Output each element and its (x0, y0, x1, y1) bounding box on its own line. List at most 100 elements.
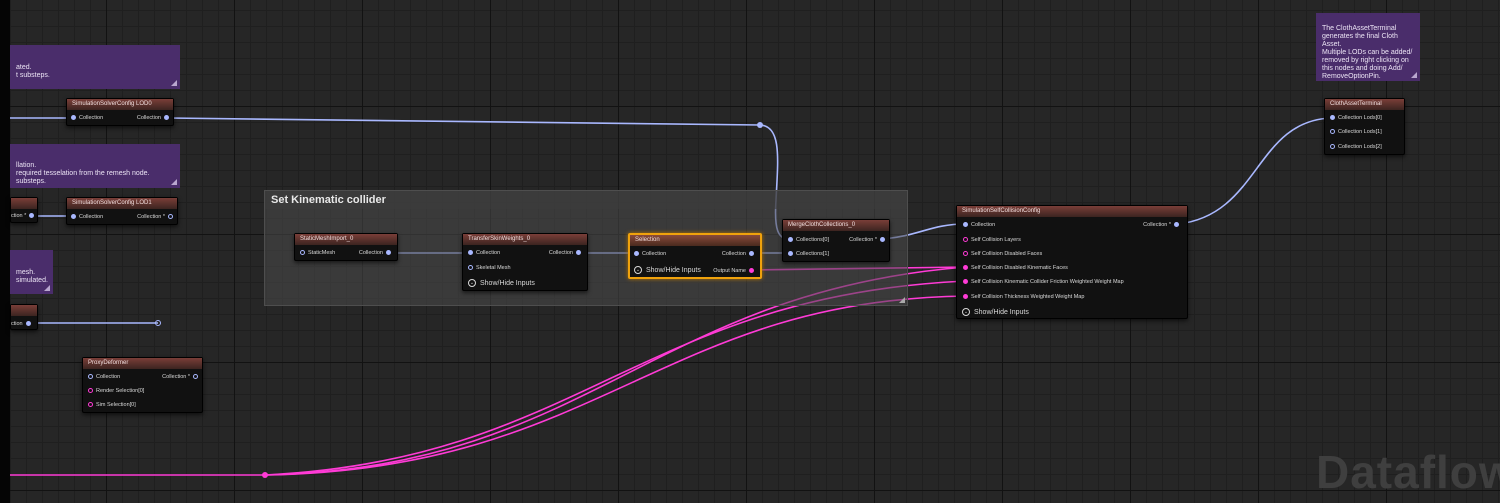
pin-label: Collection Lods[1] (1338, 129, 1382, 135)
comment-box[interactable]: llation. required tesselation from the r… (10, 144, 180, 188)
output-pin[interactable] (29, 213, 35, 219)
show-hide-label: Show/Hide Inputs (974, 308, 1029, 316)
pin-label: Collection (548, 250, 573, 256)
expand-icon: ⌄ (468, 279, 476, 287)
output-pin[interactable] (386, 250, 391, 256)
output-pin[interactable] (1174, 222, 1179, 228)
node-title: SimulationSolverConfig LOD0 (67, 99, 173, 110)
pin-label: Skeletal Mesh (476, 265, 511, 271)
expand-icon: ⌄ (634, 266, 642, 274)
node-title: MergeClothCollections_0 (783, 220, 889, 231)
reroute-knot (757, 122, 763, 128)
pin-label: Collections[0] (796, 237, 830, 243)
output-pin[interactable] (168, 214, 173, 220)
pin-label: Collection * (162, 374, 190, 380)
pin-label: Render Selection[0] (96, 388, 145, 394)
show-hide-label: Show/Hide Inputs (646, 266, 701, 274)
show-hide-inputs-toggle[interactable]: ⌄ Show/Hide Inputs (634, 266, 701, 274)
pin-label: Collection * (1143, 222, 1171, 228)
resize-grip[interactable] (1411, 72, 1417, 78)
input-pin[interactable] (88, 402, 93, 408)
pin-label: Self Collision Kinematic Collider Fricti… (971, 279, 1124, 285)
pin-label: Self Collision Disabled Faces (971, 251, 1043, 257)
input-pin[interactable] (634, 251, 639, 257)
input-pin[interactable] (963, 251, 968, 257)
input-pin[interactable] (88, 388, 93, 394)
input-pin[interactable] (788, 251, 793, 257)
pin-label: Self Collision Thickness Weighted Weight… (971, 294, 1085, 300)
node-transfer-skin-weights[interactable]: TransferSkinWeights_0 Collection Collect… (462, 233, 588, 291)
resize-grip[interactable] (899, 297, 905, 303)
input-pin[interactable] (88, 374, 93, 380)
input-pin[interactable] (71, 214, 76, 220)
node-cloth-asset-terminal[interactable]: ClothAssetTerminal Collection Lods[0] Co… (1324, 98, 1405, 155)
pin-label: StaticMesh (308, 250, 336, 256)
expand-icon: ⌄ (962, 308, 970, 316)
input-pin[interactable] (963, 279, 968, 285)
resize-grip[interactable] (171, 80, 177, 86)
pin-label: ction * (11, 213, 27, 219)
node-partial[interactable]: ction (10, 304, 38, 330)
output-pin[interactable] (193, 374, 198, 380)
pin-label: Self Collision Layers (971, 237, 1021, 243)
comment-text: The ClothAssetTerminal generates the fin… (1322, 25, 1413, 80)
reroute-knot (155, 320, 161, 326)
input-pin[interactable] (468, 265, 473, 271)
node-proxy-deformer[interactable]: ProxyDeformer Collection Collection * Re… (82, 357, 203, 413)
node-partial[interactable]: ction * (10, 197, 38, 223)
resize-grip[interactable] (44, 285, 50, 291)
pin-label: Collection (721, 251, 746, 257)
input-pin[interactable] (1330, 115, 1335, 121)
output-pin[interactable] (749, 268, 754, 274)
pin-label: Collection (96, 374, 121, 380)
reroute-knot (262, 472, 268, 478)
pin-label: Collection (971, 222, 996, 228)
input-pin[interactable] (963, 237, 968, 243)
wire-selfcol-to-terminal (1177, 117, 1333, 225)
node-title: ClothAssetTerminal (1325, 99, 1404, 110)
output-pin[interactable] (880, 237, 885, 243)
comment-text: mesh. simulated. (16, 269, 48, 284)
dataflow-watermark: Dataflow (1316, 446, 1500, 498)
pin-label: Collection Lods[0] (1338, 115, 1382, 121)
show-hide-inputs-toggle[interactable]: ⌄ Show/Hide Inputs (468, 279, 535, 287)
node-title: SimulationSolverConfig LOD1 (67, 198, 177, 209)
output-pin[interactable] (164, 115, 169, 121)
node-title: StaticMeshImport_0 (295, 234, 397, 245)
group-title: Set Kinematic collider (265, 191, 907, 209)
input-pin[interactable] (300, 250, 305, 256)
output-pin[interactable] (576, 250, 581, 256)
resize-grip[interactable] (171, 179, 177, 185)
pin-label: Collection (476, 250, 501, 256)
node-static-mesh-import[interactable]: StaticMeshImport_0 StaticMesh Collection (294, 233, 398, 261)
input-pin[interactable] (468, 250, 473, 256)
pin-label: Collections[1] (796, 251, 830, 257)
input-pin[interactable] (1330, 144, 1335, 150)
pin-label: Collection (79, 214, 104, 220)
viewport-left-edge (0, 0, 10, 503)
input-pin[interactable] (788, 237, 793, 243)
show-hide-inputs-toggle[interactable]: ⌄ Show/Hide Inputs (962, 308, 1029, 316)
node-simulation-solver-config-lod0[interactable]: SimulationSolverConfig LOD0 Collection C… (66, 98, 174, 126)
cloth-terminal-note[interactable]: The ClothAssetTerminal generates the fin… (1316, 13, 1420, 81)
input-pin[interactable] (71, 115, 76, 121)
comment-text: ated. t substeps. (16, 64, 50, 79)
pin-label: Collection * (849, 237, 877, 243)
output-pin[interactable] (749, 251, 754, 257)
node-selection[interactable]: Selection Collection Collection ⌄ Show/Hi… (628, 233, 762, 279)
output-pin[interactable] (25, 321, 31, 327)
comment-box[interactable]: ated. t substeps. (10, 45, 180, 89)
pin-label: Collection (642, 251, 667, 257)
input-pin[interactable] (963, 265, 968, 271)
input-pin[interactable] (963, 294, 968, 300)
node-title: ProxyDeformer (83, 358, 202, 369)
node-merge-cloth-collections[interactable]: MergeClothCollections_0 Collections[0] C… (782, 219, 890, 262)
input-pin[interactable] (963, 222, 968, 228)
node-simulation-self-collision-config[interactable]: SimulationSelfCollisionConfig Collection… (956, 205, 1188, 319)
pin-label: Collection (358, 250, 383, 256)
comment-text: llation. required tesselation from the r… (16, 162, 150, 185)
node-simulation-solver-config-lod1[interactable]: SimulationSolverConfig LOD1 Collection C… (66, 197, 178, 225)
comment-box[interactable]: mesh. simulated. (10, 250, 53, 294)
pin-label: Output Name (713, 268, 746, 274)
input-pin[interactable] (1330, 129, 1335, 135)
